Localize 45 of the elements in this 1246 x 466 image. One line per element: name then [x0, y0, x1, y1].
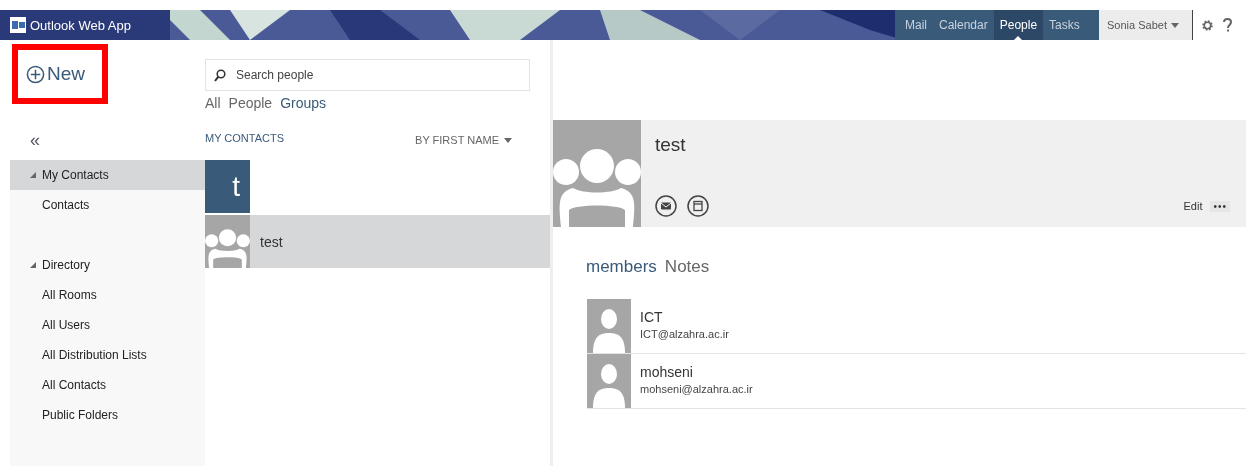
settings-icon[interactable] [1201, 18, 1214, 32]
nav-tab[interactable]: Calendar [933, 10, 994, 40]
member-name[interactable]: ICT [640, 309, 729, 325]
sidebar-item[interactable]: All Users [10, 310, 205, 340]
sidebar-item[interactable]: All Rooms [10, 280, 205, 310]
search-field[interactable]: Search people [205, 59, 530, 91]
nav-tab[interactable]: Tasks [1043, 10, 1086, 40]
sidebar-item[interactable]: All Contacts [10, 370, 205, 400]
caret-icon[interactable] [504, 137, 512, 143]
letter-tile: t [205, 160, 250, 213]
member-name[interactable]: mohseni [640, 364, 753, 380]
group-name: test [655, 134, 687, 156]
filter-link[interactable]: Groups [280, 95, 327, 111]
filter-link[interactable]: People [228, 95, 273, 111]
person-avatar-icon [587, 354, 631, 408]
sidebar-group[interactable]: Directory [10, 250, 205, 280]
help-icon[interactable] [1222, 18, 1232, 32]
expanded-triangle-icon[interactable] [30, 172, 36, 178]
search-icon [214, 69, 226, 82]
member-email: ICT@alzahra.ac.ir [640, 328, 729, 340]
sort-dropdown[interactable]: BY FIRST NAME [415, 134, 512, 146]
group-avatar-icon [553, 120, 641, 227]
detail-tab[interactable]: members [586, 257, 657, 277]
detail-tab[interactable]: Notes [664, 257, 710, 277]
person-avatar-icon [587, 299, 631, 353]
member-email: mohseni@alzahra.ac.ir [640, 383, 753, 395]
filter-link[interactable]: All [205, 95, 221, 111]
sidebar-item[interactable]: Contacts [10, 190, 205, 220]
more-button[interactable]: ••• [1210, 200, 1230, 212]
calendar-icon[interactable] [687, 195, 709, 217]
caret-icon[interactable] [1170, 22, 1179, 28]
sidebar-item[interactable]: All Distribution Lists [10, 340, 205, 370]
expanded-triangle-icon[interactable] [30, 262, 36, 268]
contact-row[interactable]: test [205, 215, 550, 268]
sidebar-group[interactable]: My Contacts [10, 160, 205, 190]
list-title: MY CONTACTS [205, 132, 285, 144]
app-title: Outlook Web App [30, 17, 131, 33]
collapse-button[interactable]: « [30, 129, 40, 151]
nav-tab[interactable]: People [993, 10, 1044, 40]
new-button[interactable]: New [12, 44, 108, 104]
edit-link[interactable]: Edit [1183, 200, 1203, 212]
nav-tab[interactable]: Mail [899, 10, 933, 40]
sidebar-item[interactable]: Public Folders [10, 400, 205, 430]
mail-icon[interactable] [655, 195, 677, 217]
plus-circle-icon [26, 64, 45, 84]
